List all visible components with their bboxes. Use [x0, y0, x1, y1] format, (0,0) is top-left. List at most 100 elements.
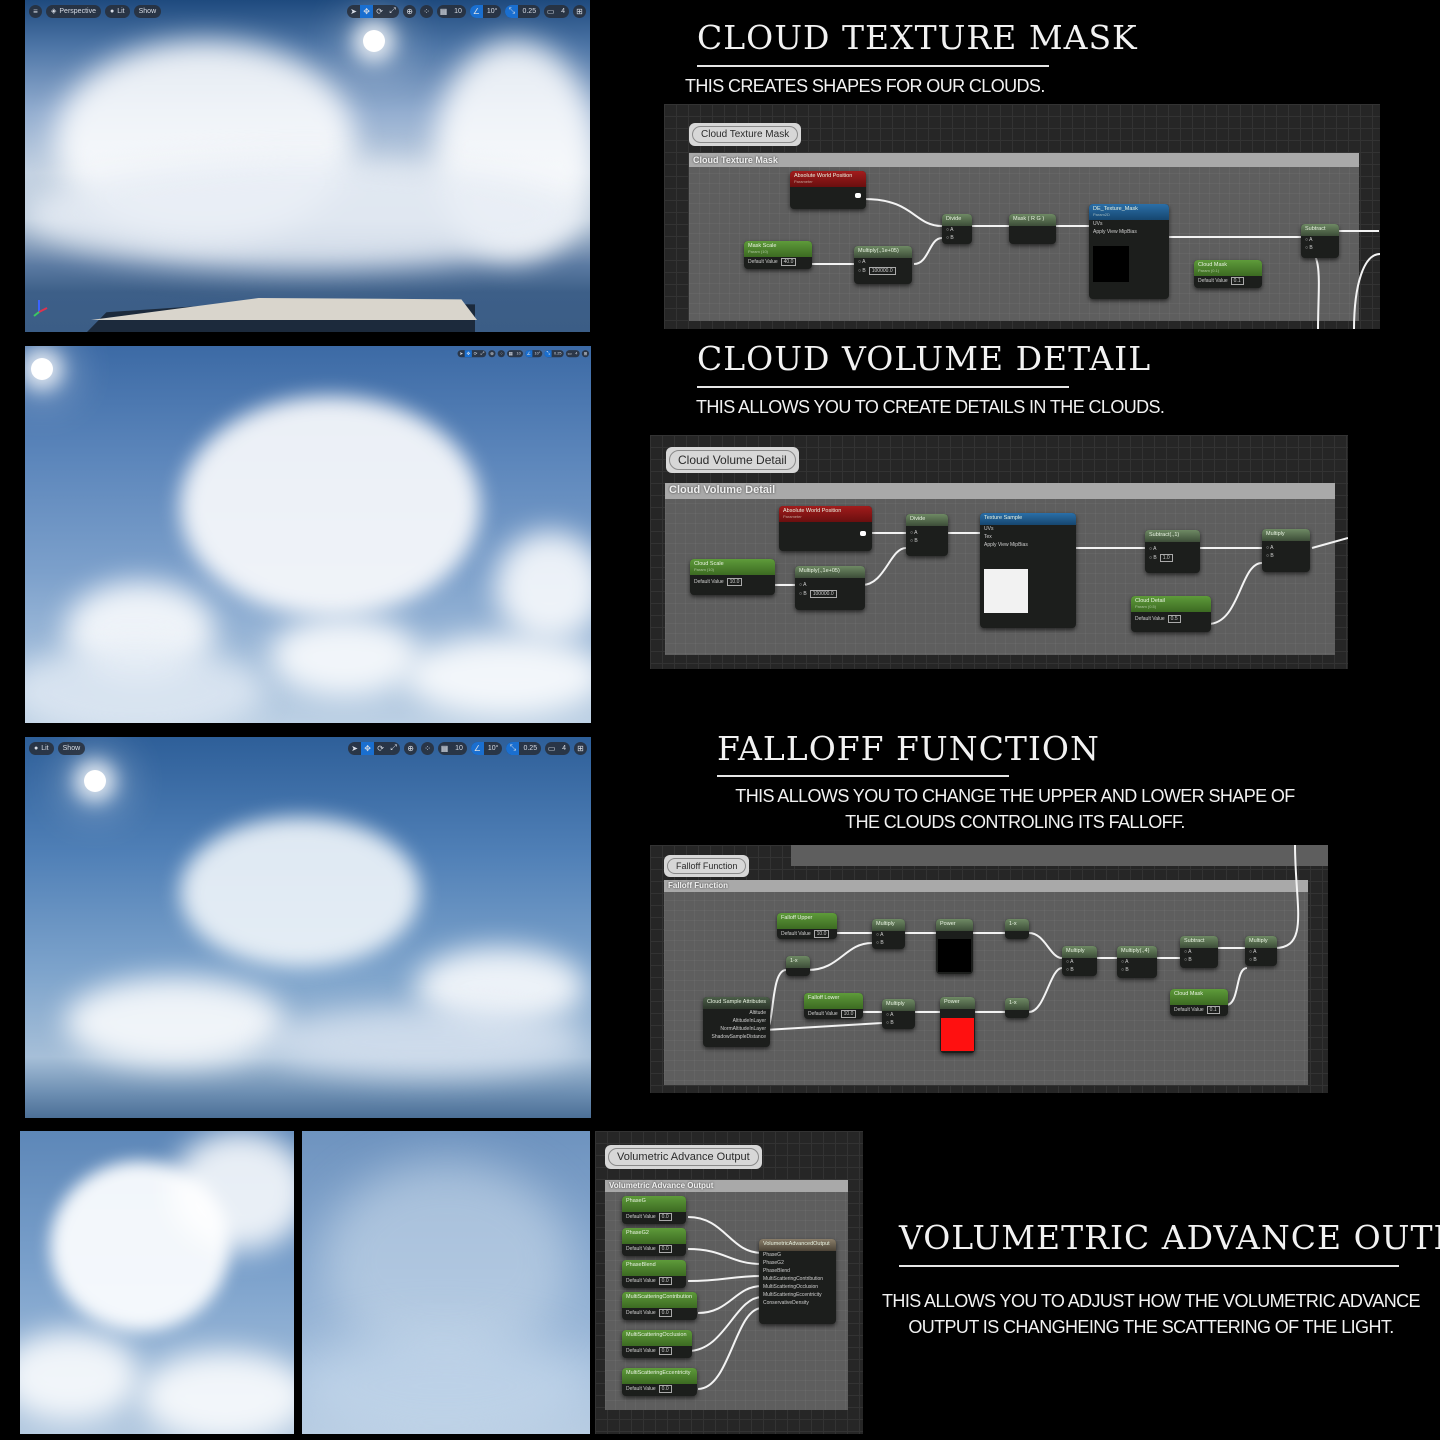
show-button[interactable]: Show	[57, 741, 86, 755]
node-multiply-scale[interactable]: Multiply(.,4) ○ A ○ B	[1117, 946, 1157, 978]
node-absolute-world-position[interactable]: Absolute World Position Parameter	[790, 171, 866, 209]
move-tool-icon[interactable]: ✥	[360, 4, 374, 18]
move-tool-icon[interactable]: ✥	[361, 741, 375, 755]
node-cloud-detail-param[interactable]: Cloud Detail Param (0.5) Default Value 0.5	[1131, 596, 1211, 632]
node-absolute-world-position[interactable]: Absolute World Position Parameter	[779, 506, 872, 551]
scale-tool-icon[interactable]: ⤢	[386, 5, 399, 18]
node-cloud-mask-param[interactable]: Cloud Mask Default Value 0.1	[1170, 989, 1228, 1016]
hamburger-menu-icon[interactable]: ≡	[29, 4, 42, 18]
node-divide[interactable]: Divide ○ A ○ B	[906, 514, 948, 556]
param-node-phase-g2[interactable]: PhaseG2 Default Value 0.0	[622, 1228, 686, 1256]
node-cloud-mask-param[interactable]: Cloud Mask Param (0.1) Default Value 0.1	[1194, 260, 1262, 288]
material-graph-volumetric-advance-output[interactable]: Volumetric Advance Output Volumetric Adv…	[595, 1131, 863, 1434]
scale-snap-toggle[interactable]: ⤡ 0.25	[506, 741, 542, 755]
b-value-input[interactable]: 100000.0	[809, 590, 837, 598]
node-power-lower[interactable]: Power	[940, 997, 975, 1053]
node-multiply-detail[interactable]: Multiply ○ A ○ B	[1262, 529, 1310, 572]
rotate-tool-icon[interactable]: ⟳	[373, 5, 386, 18]
comment-box[interactable]: Falloff Function	[664, 880, 1308, 1085]
view-mode-button[interactable]: ◈ Perspective	[46, 4, 101, 18]
default-value-input[interactable]: 0.0	[658, 1385, 672, 1393]
node-multiply[interactable]: Multiply(.,1e+05) ○ A ○ B 100000.0	[795, 566, 865, 610]
scale-tool-icon[interactable]: ⤢	[387, 742, 400, 755]
select-tool-icon[interactable]: ➤	[458, 350, 465, 357]
node-volumetric-advanced-output[interactable]: VolumetricAdvancedOutput PhaseG PhaseG2 …	[759, 1239, 836, 1324]
material-graph-cloud-volume-detail[interactable]: Cloud Volume Detail Cloud Volume Detail …	[650, 435, 1348, 669]
node-texture-sample[interactable]: Texture Sample UVs Tex Apply View MipBia…	[980, 513, 1076, 628]
viewport-perspective-sky[interactable]: ≡ ◈ Perspective ● Lit Show ➤ ✥ ⟳ ⤢ ⊕ ⁘ ▦ 10…	[25, 0, 590, 332]
default-value-input[interactable]: 0.0	[658, 1277, 672, 1285]
comment-bubble[interactable]: Falloff Function	[664, 855, 750, 877]
node-divide[interactable]: Divide ○ A ○ B	[942, 214, 972, 244]
camera-speed-button[interactable]: ▭ 4	[544, 4, 569, 18]
default-value-input[interactable]: 10.0	[726, 578, 743, 586]
lighting-mode-button[interactable]: ● Lit	[104, 4, 130, 18]
material-graph-falloff-function[interactable]: Falloff Function Falloff Function Fallof…	[650, 845, 1328, 1093]
viewport-cloud-closeup-sharp[interactable]	[20, 1131, 294, 1434]
node-texture-sample[interactable]: DE_Texture_Mask Param2D UVs Apply View Mi…	[1089, 204, 1169, 299]
b-value-input[interactable]: 1.0	[1159, 554, 1173, 562]
show-button[interactable]: Show	[133, 4, 162, 18]
node-power-upper[interactable]: Power	[936, 919, 973, 974]
node-subtract[interactable]: Subtract ○ A ○ B	[1301, 224, 1339, 258]
surface-snap-icon[interactable]: ⁘	[420, 4, 434, 18]
node-cloud-scale-param[interactable]: Cloud Scale Param (10) Default Value 10.0	[690, 559, 775, 595]
node-component-mask[interactable]: Mask ( R G )	[1009, 214, 1056, 244]
node-subtract[interactable]: Subtract ○ A ○ B	[1180, 936, 1218, 968]
default-value-input[interactable]: 0.0	[658, 1347, 672, 1355]
node-cloud-sample-attributes[interactable]: Cloud Sample Attributes Altitude Altitud…	[703, 997, 770, 1047]
rotation-snap-toggle[interactable]: ∠ 10°	[470, 741, 503, 755]
param-node-phase-g[interactable]: PhaseG Default Value 0.0	[622, 1196, 686, 1224]
node-mask-scale-param[interactable]: Mask Scale Param (10) Default Value 40.0	[744, 241, 812, 269]
comment-bubble[interactable]: Cloud Texture Mask	[689, 123, 802, 146]
rotation-snap-toggle[interactable]: ∠ 10°	[469, 4, 502, 18]
select-tool-icon[interactable]: ➤	[348, 742, 361, 755]
param-node-multiscattering-eccentricity[interactable]: MultiScatteringEccentricity Default Valu…	[622, 1368, 697, 1396]
maximize-viewport-icon[interactable]: ⊞	[574, 741, 587, 755]
grid-snap-toggle[interactable]: ▦ 10	[437, 4, 466, 18]
b-value-input[interactable]: 100000.0	[868, 267, 896, 275]
node-multiply-lower[interactable]: Multiply ○ A ○ B	[882, 999, 915, 1029]
node-one-minus-upper[interactable]: 1-x	[1005, 919, 1029, 939]
default-value-input[interactable]: 0.1	[1206, 1006, 1220, 1014]
viewport-cloud-closeup-soft[interactable]	[302, 1131, 590, 1434]
default-value-input[interactable]: 0.0	[658, 1213, 672, 1221]
default-value-input[interactable]: 0.1	[1230, 277, 1244, 285]
scale-snap-toggle[interactable]: ⤡ 0.25	[544, 349, 564, 357]
grid-snap-toggle[interactable]: ▦ 10	[507, 349, 523, 357]
surface-snap-icon[interactable]: ⁘	[421, 741, 435, 755]
move-tool-icon[interactable]: ✥	[464, 349, 472, 357]
default-value-input[interactable]: 10.0	[840, 1010, 857, 1018]
camera-speed-button[interactable]: ▭ 4	[545, 741, 570, 755]
lighting-mode-button[interactable]: ● Lit	[29, 741, 54, 755]
material-graph-cloud-texture-mask[interactable]: Cloud Texture Mask Cloud Texture Mask Ab…	[664, 104, 1380, 329]
default-value-input[interactable]: 0.5	[1167, 615, 1181, 623]
param-node-phase-blend[interactable]: PhaseBlend Default Value 0.0	[622, 1260, 686, 1288]
default-value-input[interactable]: 0.0	[658, 1309, 672, 1317]
param-node-multiscattering-occlusion[interactable]: MultiScatteringOcclusion Default Value 0.…	[622, 1330, 692, 1358]
rotate-tool-icon[interactable]: ⟳	[374, 742, 387, 755]
world-space-icon[interactable]: ⊕	[403, 4, 417, 18]
world-space-icon[interactable]: ⊕	[404, 741, 418, 755]
camera-speed-button[interactable]: ▭ 4	[565, 349, 580, 357]
default-value-input[interactable]: 40.0	[780, 258, 797, 266]
world-space-icon[interactable]: ⊕	[488, 349, 496, 357]
grid-snap-toggle[interactable]: ▦ 10	[438, 741, 467, 755]
node-multiply-final[interactable]: Multiply ○ A ○ B	[1245, 936, 1277, 966]
maximize-viewport-icon[interactable]: ⊞	[581, 349, 589, 357]
default-value-input[interactable]: 10.0	[813, 930, 830, 938]
output-pin[interactable]	[860, 531, 866, 536]
node-multiply-combine[interactable]: Multiply ○ A ○ B	[1062, 946, 1097, 976]
rotation-snap-toggle[interactable]: ∠ 10°	[525, 349, 543, 357]
rotate-tool-icon[interactable]: ⟳	[472, 350, 479, 357]
select-tool-icon[interactable]: ➤	[347, 5, 360, 18]
comment-bubble[interactable]: Volumetric Advance Output	[605, 1145, 762, 1169]
node-one-minus-lower[interactable]: 1-x	[1005, 998, 1029, 1018]
output-pin[interactable]	[855, 193, 861, 198]
node-multiply-upper[interactable]: Multiply ○ A ○ B	[872, 919, 905, 949]
param-node-multiscattering-contribution[interactable]: MultiScatteringContribution Default Valu…	[622, 1292, 697, 1320]
node-falloff-upper-param[interactable]: Falloff Upper Default Value 10.0	[777, 913, 837, 939]
node-multiply[interactable]: Multiply(.,1e+05) ○ A ○ B 100000.0	[854, 246, 912, 284]
comment-bubble[interactable]: Cloud Volume Detail	[666, 447, 799, 473]
node-subtract[interactable]: Subtract(.,1) ○ A ○ B 1.0	[1145, 530, 1200, 573]
